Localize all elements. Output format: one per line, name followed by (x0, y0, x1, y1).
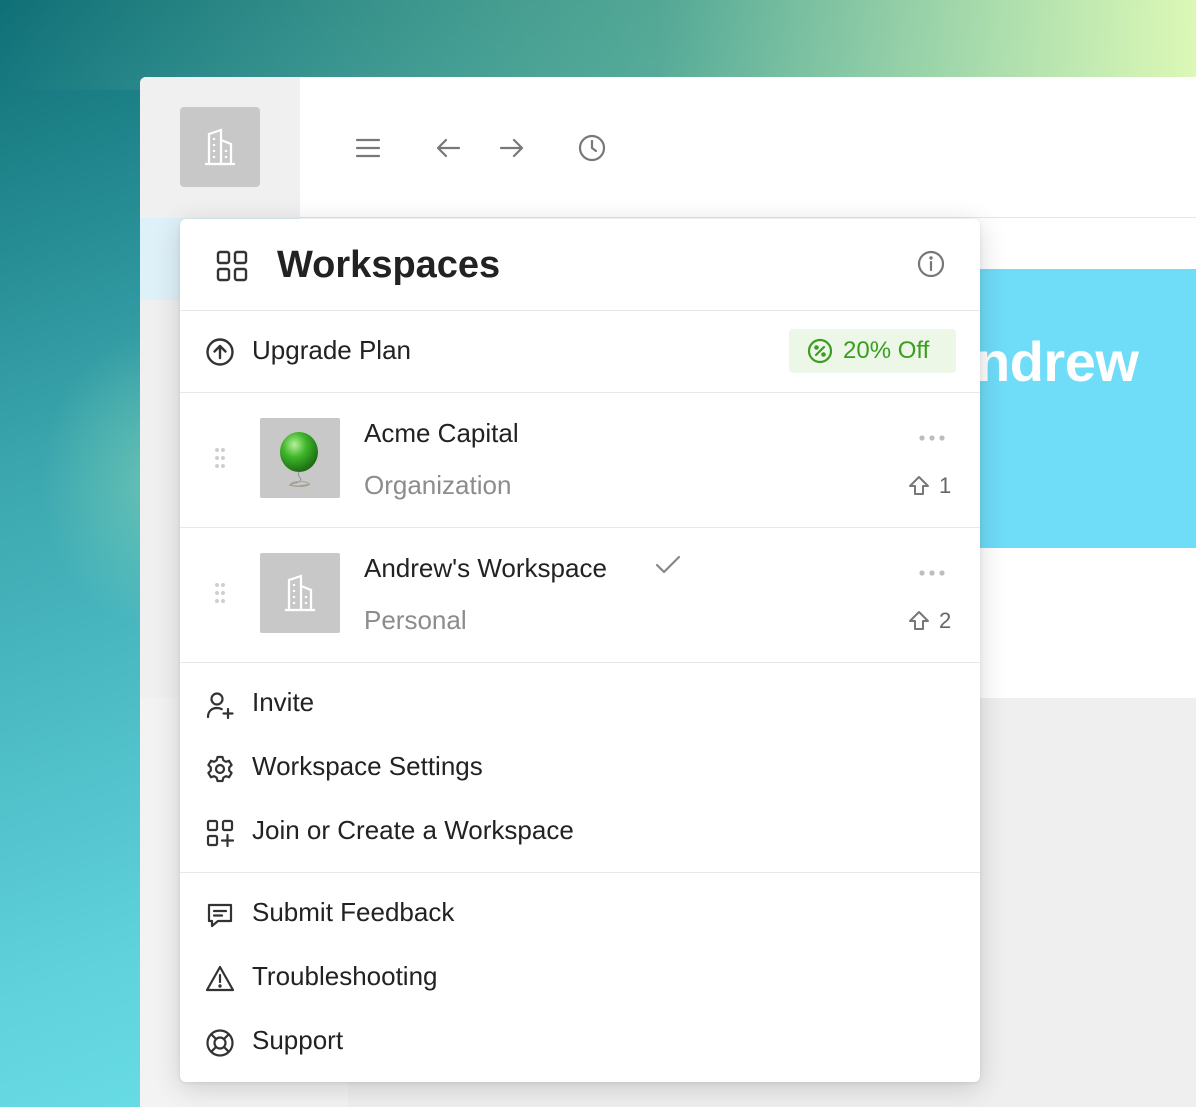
workspace-count: 1 (908, 473, 951, 499)
menu-button[interactable] (352, 132, 384, 164)
workspace-count: 2 (908, 608, 951, 634)
history-button[interactable] (576, 132, 608, 164)
page-banner (980, 269, 1196, 548)
workspace-count-value: 1 (939, 473, 952, 498)
arrow-up-outline-icon (909, 611, 929, 630)
support-item[interactable]: Support (180, 1012, 980, 1072)
submit-feedback-label: Submit Feedback (252, 897, 455, 927)
workspace-item-acme-capital[interactable]: Acme Capital Organization 1 (180, 393, 980, 528)
workspace-switcher-button[interactable] (180, 107, 260, 187)
upgrade-plan-label: Upgrade Plan (252, 335, 411, 365)
back-button[interactable] (432, 132, 464, 164)
invite-item[interactable]: Invite (180, 674, 980, 734)
back-arrow-icon (436, 138, 461, 158)
drag-handle-icon[interactable] (214, 447, 226, 469)
menu-divider (180, 872, 980, 873)
workspace-name: Andrew's Workspace (364, 553, 607, 583)
top-toolbar (300, 77, 1196, 218)
arrow-up-circle-icon (206, 338, 234, 366)
workspace-thumbnail (260, 418, 340, 498)
gear-icon (205, 754, 235, 784)
workspace-type: Personal (364, 605, 467, 635)
building-icon (285, 574, 315, 612)
menu-icon (355, 138, 381, 158)
join-create-workspace-label: Join or Create a Workspace (252, 815, 574, 845)
troubleshooting-item[interactable]: Troubleshooting (180, 948, 980, 1008)
workspace-thumbnail (260, 553, 340, 633)
menu-title: Workspaces (277, 244, 501, 286)
upgrade-plan-item[interactable]: Upgrade Plan 20% Off (180, 311, 980, 393)
workspaces-menu: Workspaces Upgrade Plan 20% Off Acme Cap… (180, 219, 980, 1082)
workspace-count-value: 2 (939, 608, 952, 633)
troubleshooting-label: Troubleshooting (252, 961, 438, 991)
more-options-icon[interactable] (918, 434, 946, 442)
green-balloon-icon (280, 432, 318, 487)
feedback-icon (205, 900, 235, 930)
lifebuoy-icon (205, 1028, 235, 1058)
warning-icon (205, 964, 235, 994)
history-icon (578, 134, 606, 162)
workspace-settings-label: Workspace Settings (252, 751, 483, 781)
invite-label: Invite (252, 687, 315, 717)
workspace-type: Organization (364, 470, 512, 500)
join-create-workspace-item[interactable]: Join or Create a Workspace (180, 802, 980, 862)
workspace-name: Acme Capital (364, 418, 519, 448)
support-label: Support (252, 1025, 344, 1055)
discount-label: 20% Off (843, 337, 930, 364)
info-icon[interactable] (917, 250, 945, 278)
banner-title: ndrew (976, 330, 1139, 393)
workspace-settings-item[interactable]: Workspace Settings (180, 738, 980, 798)
workspace-item-andrews-workspace[interactable]: Andrew's Workspace Personal 2 (180, 528, 980, 663)
forward-button[interactable] (496, 132, 528, 164)
more-options-icon[interactable] (918, 569, 946, 577)
add-user-icon (205, 690, 235, 720)
checkmark-icon (655, 555, 681, 574)
grid-plus-icon (205, 818, 235, 848)
discount-badge: 20% Off (789, 329, 956, 373)
percent-icon (807, 338, 833, 364)
arrow-up-outline-icon (909, 476, 929, 495)
building-icon (205, 128, 235, 166)
menu-header: Workspaces (180, 219, 980, 311)
grid-icon (216, 250, 248, 282)
submit-feedback-item[interactable]: Submit Feedback (180, 884, 980, 944)
drag-handle-icon[interactable] (214, 582, 226, 604)
forward-arrow-icon (499, 138, 524, 158)
